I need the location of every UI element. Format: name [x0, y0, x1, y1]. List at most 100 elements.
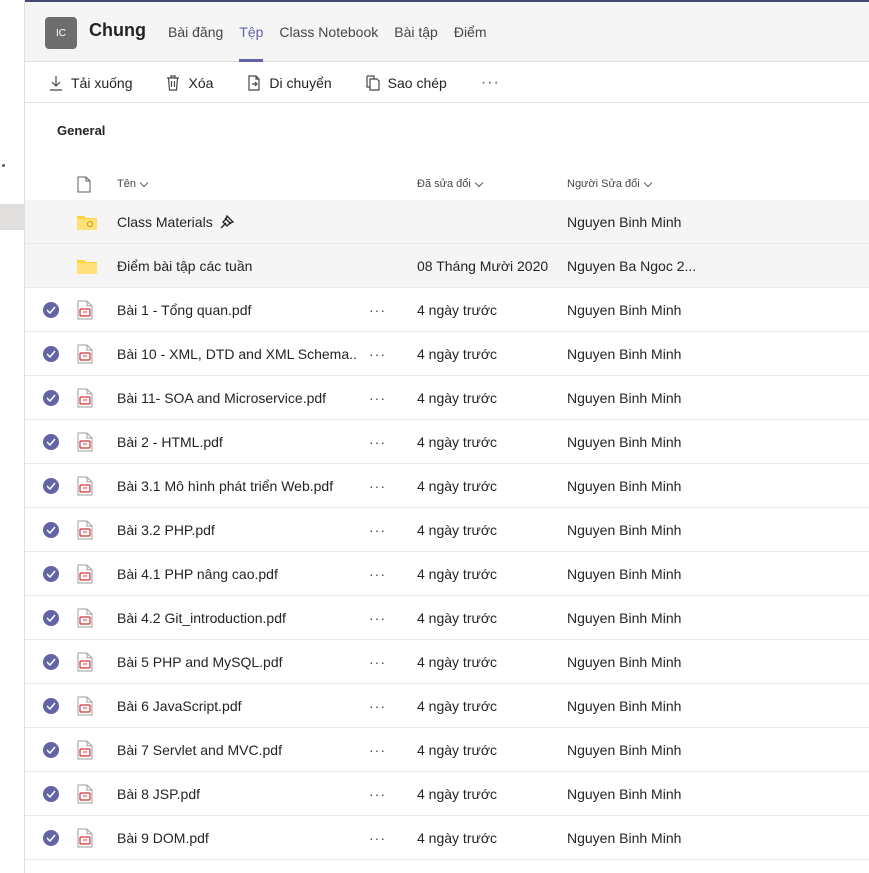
folder-row[interactable]: Class Materials Nguyen Binh Minh — [25, 200, 869, 244]
column-header-name[interactable]: Tên — [117, 178, 149, 190]
file-name[interactable]: Bài 10 - XML, DTD and XML Schema.... — [117, 332, 357, 376]
more-options-button[interactable]: ··· — [369, 552, 391, 596]
file-row[interactable]: Bài 3.1 Mô hình phát triển Web.pdf ··· 4 n… — [25, 464, 869, 508]
modified-by: Nguyen Binh Minh — [567, 346, 682, 362]
pdf-file-icon — [77, 684, 97, 728]
checkmark-icon — [43, 390, 59, 406]
move-label: Di chuyển — [269, 74, 332, 91]
modified-by: Nguyen Binh Minh — [567, 654, 682, 670]
folder-name[interactable]: Điểm bài tập các tuần — [117, 244, 357, 288]
row-check[interactable] — [43, 420, 59, 464]
row-check[interactable] — [43, 332, 59, 376]
pdf-file-icon — [77, 508, 97, 552]
file-row[interactable]: Bài 6 JavaScript.pdf ··· 4 ngày trước Nguye… — [25, 684, 869, 728]
pdf-file-icon — [77, 376, 97, 420]
file-name[interactable]: Bài 3.1 Mô hình phát triển Web.pdf — [117, 464, 357, 508]
more-options-button[interactable]: ··· — [369, 376, 391, 420]
pdf-file-icon — [77, 332, 97, 376]
row-check[interactable] — [43, 816, 59, 860]
modified-by: Nguyen Binh Minh — [567, 610, 682, 626]
modified-date: 4 ngày trước — [417, 522, 498, 538]
file-name[interactable]: Bài 9 DOM.pdf — [117, 816, 357, 860]
checkmark-icon — [43, 302, 59, 318]
row-check[interactable] — [43, 376, 59, 420]
delete-label: Xóa — [188, 74, 214, 91]
file-name[interactable]: Bài 4.1 PHP nâng cao.pdf — [117, 552, 357, 596]
tab-grades[interactable]: Điểm — [446, 2, 495, 62]
download-button[interactable]: Tải xuống — [49, 75, 132, 91]
row-check[interactable] — [43, 464, 59, 508]
modified-date: 4 ngày trước — [417, 566, 498, 582]
channel-title: Chung — [89, 20, 146, 40]
more-options-button[interactable]: ··· — [369, 640, 391, 684]
checkmark-icon — [43, 830, 59, 846]
more-options-button[interactable]: ··· — [369, 772, 391, 816]
column-modified-by-label: Người Sửa đổi — [567, 178, 640, 190]
more-options-button[interactable]: ··· — [369, 332, 391, 376]
row-check[interactable] — [43, 640, 59, 684]
copy-button[interactable]: Sao chép — [366, 75, 447, 91]
modified-date: 4 ngày trước — [417, 346, 498, 362]
file-row[interactable]: Bài 4.1 PHP nâng cao.pdf ··· 4 ngày trước N… — [25, 552, 869, 596]
checkmark-icon — [43, 522, 59, 538]
file-row[interactable]: Bài 1 - Tổng quan.pdf ··· 4 ngày trước Nguy… — [25, 288, 869, 332]
file-name[interactable]: Bài 8 JSP.pdf — [117, 772, 357, 816]
row-check[interactable] — [43, 288, 59, 332]
tab-class-notebook[interactable]: Class Notebook — [271, 2, 386, 62]
file-name[interactable]: Bài 1 - Tổng quan.pdf — [117, 288, 357, 332]
file-row[interactable]: Bài 10 - XML, DTD and XML Schema.... ··· 4… — [25, 332, 869, 376]
more-options-button[interactable]: ··· — [369, 508, 391, 552]
team-avatar[interactable]: IC — [45, 17, 77, 49]
checkmark-icon — [43, 786, 59, 802]
file-name[interactable]: Bài 7 Servlet and MVC.pdf — [117, 728, 357, 772]
pdf-file-icon — [77, 464, 97, 508]
column-header-modified[interactable]: Đã sửa đổi — [417, 178, 484, 190]
copy-label: Sao chép — [387, 74, 447, 91]
move-button[interactable]: Di chuyển — [247, 74, 332, 91]
file-row[interactable]: Bài 8 JSP.pdf ··· 4 ngày trước Nguyen Binh … — [25, 772, 869, 816]
toolbar-more-button[interactable]: ··· — [481, 74, 500, 92]
file-row[interactable]: Bài 2 - HTML.pdf ··· 4 ngày trước Nguyen Bi… — [25, 420, 869, 464]
file-row[interactable]: Bài 9 DOM.pdf ··· 4 ngày trước Nguyen Binh … — [25, 816, 869, 860]
file-row[interactable]: Bài 3.2 PHP.pdf ··· 4 ngày trước Nguyen Bin… — [25, 508, 869, 552]
modified-by: Nguyen Binh Minh — [567, 830, 682, 846]
file-name[interactable]: Bài 11- SOA and Microservice.pdf — [117, 376, 357, 420]
file-name[interactable]: Bài 2 - HTML.pdf — [117, 420, 357, 464]
more-options-button[interactable]: ··· — [369, 420, 391, 464]
file-type-header-icon[interactable] — [77, 176, 91, 193]
modified-date: 4 ngày trước — [417, 390, 498, 406]
row-check[interactable] — [43, 596, 59, 640]
column-header-modified-by[interactable]: Người Sửa đổi — [567, 178, 652, 190]
tab-files[interactable]: Tệp — [231, 2, 271, 62]
more-options-button[interactable]: ··· — [369, 288, 391, 332]
file-row[interactable]: Bài 5 PHP and MySQL.pdf ··· 4 ngày trước Ng… — [25, 640, 869, 684]
row-check[interactable] — [43, 728, 59, 772]
file-name[interactable]: Bài 5 PHP and MySQL.pdf — [117, 640, 357, 684]
file-row[interactable]: Bài 4.2 Git_introduction.pdf ··· 4 ngày tr… — [25, 596, 869, 640]
row-check[interactable] — [43, 508, 59, 552]
pdf-file-icon — [77, 728, 97, 772]
more-options-button[interactable]: ··· — [369, 684, 391, 728]
tab-assignments[interactable]: Bài tập — [386, 2, 446, 62]
more-options-button[interactable]: ··· — [369, 728, 391, 772]
folder-row[interactable]: Điểm bài tập các tuần 08 Tháng Mười 2020… — [25, 244, 869, 288]
pdf-file-icon — [77, 816, 97, 860]
file-name[interactable]: Bài 4.2 Git_introduction.pdf — [117, 596, 357, 640]
more-options-button[interactable]: ··· — [369, 464, 391, 508]
file-row[interactable]: Bài 11- SOA and Microservice.pdf ··· 4 ngà… — [25, 376, 869, 420]
row-check[interactable] — [43, 684, 59, 728]
row-check[interactable] — [43, 552, 59, 596]
more-options-button[interactable]: ··· — [369, 816, 391, 860]
more-options-button[interactable]: ··· — [369, 596, 391, 640]
pdf-file-icon — [77, 640, 97, 684]
row-check[interactable] — [43, 772, 59, 816]
left-rail — [0, 0, 25, 873]
modified-date: 4 ngày trước — [417, 610, 498, 626]
rail-selected-item[interactable] — [0, 204, 25, 230]
tab-posts[interactable]: Bài đăng — [160, 2, 231, 62]
folder-name[interactable]: Class Materials — [117, 200, 357, 244]
file-name[interactable]: Bài 6 JavaScript.pdf — [117, 684, 357, 728]
delete-button[interactable]: Xóa — [166, 75, 213, 91]
file-name[interactable]: Bài 3.2 PHP.pdf — [117, 508, 357, 552]
file-row[interactable]: Bài 7 Servlet and MVC.pdf ··· 4 ngày trước… — [25, 728, 869, 772]
